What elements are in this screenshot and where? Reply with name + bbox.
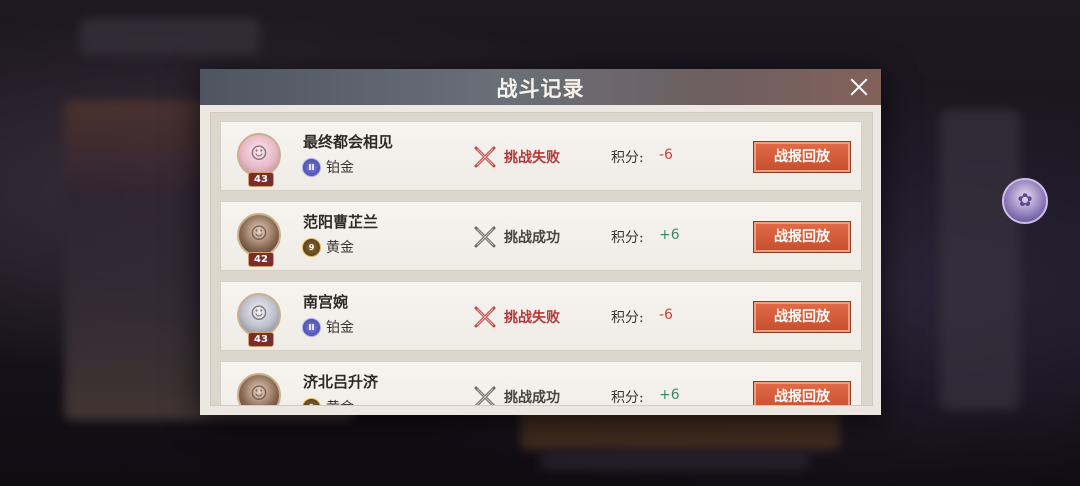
crossed-swords-icon (474, 306, 496, 328)
rank-label: 铂金 (326, 320, 354, 336)
floating-avatar-button[interactable]: ✿ (1002, 178, 1048, 224)
background-top-bar (80, 18, 260, 56)
opponent-name: 范阳曹芷兰 (303, 213, 379, 231)
background-side-menu (940, 110, 1020, 410)
replay-button[interactable]: 战报回放 (753, 141, 851, 173)
crossed-swords-icon (474, 146, 496, 168)
rank-label: 黄金 (326, 397, 354, 405)
rank-icon: II (302, 318, 321, 337)
portrait-icon: ☺ (250, 381, 268, 406)
record-row: ☺ 43 南宫婉 II 铂金 挑战失败 积分: -6 战报回放 (220, 281, 862, 351)
rank-icon: 9 (302, 398, 321, 405)
opponent-avatar: ☺ (237, 293, 281, 337)
dialog-header: 战斗记录 (200, 69, 881, 105)
result-text: 挑战失败 (504, 150, 560, 166)
result-text: 挑战失败 (504, 310, 560, 326)
replay-button[interactable]: 战报回放 (753, 381, 851, 405)
rank-icon: II (302, 158, 321, 177)
opponent-avatar: ☺ (237, 133, 281, 177)
close-icon[interactable] (847, 75, 871, 99)
level-badge: 42 (248, 252, 274, 267)
replay-button[interactable]: 战报回放 (753, 221, 851, 253)
battle-record-dialog: 战斗记录 ☺ 43 最终都会相见 II 铂金 挑战失败 积分: -6 战报回放 … (200, 69, 881, 415)
result-text: 挑战成功 (504, 230, 560, 246)
opponent-name: 济北吕升济 (303, 373, 379, 391)
opponent-name: 南宫婉 (303, 293, 349, 311)
result-text: 挑战成功 (504, 390, 560, 406)
record-row: ☺ 42 范阳曹芷兰 9 黄金 挑战成功 积分: +6 战报回放 (220, 201, 862, 271)
record-list[interactable]: ☺ 43 最终都会相见 II 铂金 挑战失败 积分: -6 战报回放 ☺ 42 … (210, 112, 873, 406)
record-row: ☺ 济北吕升济 9 黄金 挑战成功 积分: +6 战报回放 (220, 361, 862, 406)
score-value: +6 (659, 227, 680, 243)
portrait-icon: ☺ (250, 141, 268, 166)
rank-icon: 9 (302, 238, 321, 257)
portrait-icon: ☺ (250, 221, 268, 246)
opponent-avatar: ☺ (237, 213, 281, 257)
replay-button[interactable]: 战报回放 (753, 301, 851, 333)
portrait-icon: ☺ (250, 301, 268, 326)
dialog-title: 战斗记录 (496, 76, 585, 101)
score-value: +6 (659, 387, 680, 403)
rank-label: 铂金 (326, 160, 354, 176)
crossed-swords-icon (474, 226, 496, 248)
background-footer-text (540, 452, 810, 470)
score-value: -6 (659, 147, 673, 163)
score-value: -6 (659, 307, 673, 323)
level-badge: 43 (248, 332, 274, 347)
opponent-avatar: ☺ (237, 373, 281, 406)
record-row: ☺ 43 最终都会相见 II 铂金 挑战失败 积分: -6 战报回放 (220, 121, 862, 191)
avatar-icon: ✿ (1017, 190, 1033, 212)
score-label: 积分: (611, 150, 644, 166)
opponent-name: 最终都会相见 (303, 133, 394, 151)
crossed-swords-icon (474, 386, 496, 405)
level-badge: 43 (248, 172, 274, 187)
score-label: 积分: (611, 230, 644, 246)
score-label: 积分: (611, 310, 644, 326)
score-label: 积分: (611, 390, 644, 406)
rank-label: 黄金 (326, 240, 354, 256)
